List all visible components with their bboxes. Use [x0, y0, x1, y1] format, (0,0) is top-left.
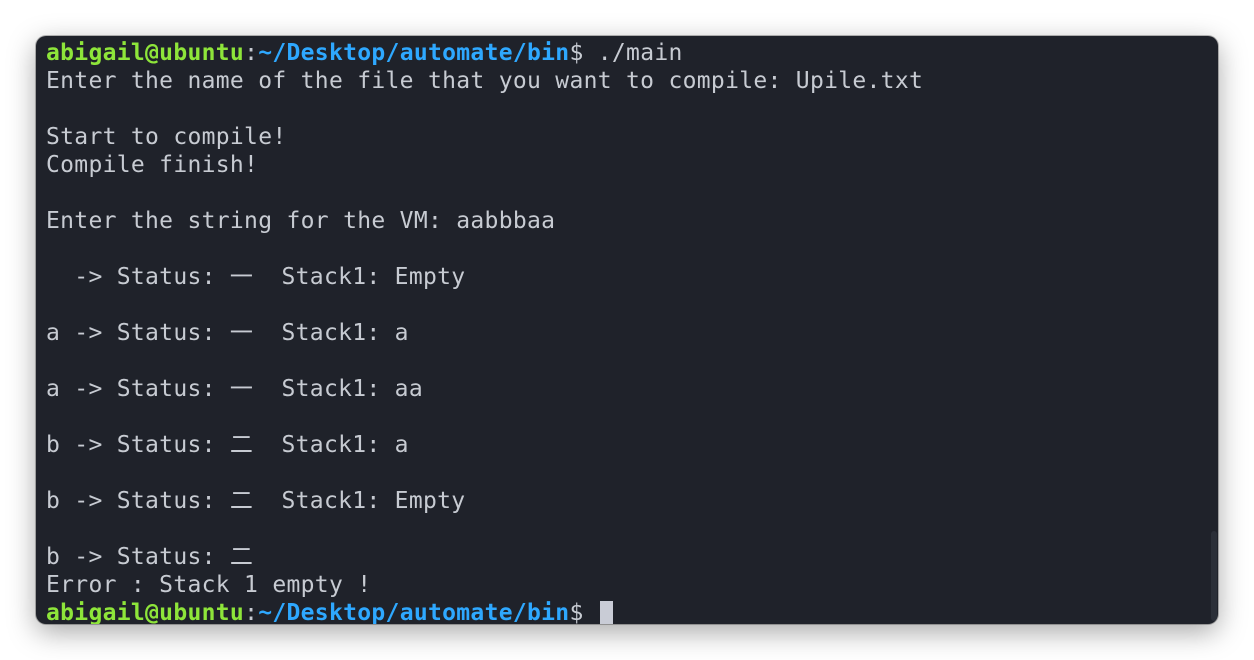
- output-line: Error : Stack 1 empty !: [46, 572, 372, 598]
- output-line: b -> Status: 二: [46, 544, 254, 570]
- terminal-window[interactable]: abigail@ubuntu:~/Desktop/automate/bin$ .…: [36, 36, 1218, 624]
- prompt-separator: :: [244, 40, 259, 66]
- prompt-path: ~/Desktop/automate/bin: [258, 600, 570, 624]
- output-line: -> Status: 一 Stack1: Empty: [46, 264, 466, 290]
- scrollbar[interactable]: [1208, 36, 1218, 624]
- prompt-user-host: abigail@ubuntu: [46, 600, 245, 624]
- text-cursor: [599, 601, 613, 624]
- prompt-symbol: $: [569, 40, 598, 66]
- output-line: Enter the name of the file that you want…: [46, 68, 924, 94]
- output-line: a -> Status: 一 Stack1: aa: [46, 376, 423, 402]
- output-line: b -> Status: 二 Stack1: a: [46, 432, 409, 458]
- prompt-symbol: $: [569, 600, 598, 624]
- prompt-path: ~/Desktop/automate/bin: [258, 40, 570, 66]
- output-line: Start to compile!: [46, 124, 287, 150]
- prompt-separator: :: [244, 600, 259, 624]
- command-line: abigail@ubuntu:~/Desktop/automate/bin$ .…: [46, 39, 1204, 67]
- scrollbar-thumb[interactable]: [1211, 531, 1217, 621]
- active-prompt-line[interactable]: abigail@ubuntu:~/Desktop/automate/bin$: [46, 599, 1204, 624]
- output-line: b -> Status: 二 Stack1: Empty: [46, 488, 466, 514]
- output-line: a -> Status: 一 Stack1: a: [46, 320, 409, 346]
- output-line: Compile finish!: [46, 152, 259, 178]
- output-line: Enter the string for the VM: aabbbaa: [46, 208, 556, 234]
- prompt-user-host: abigail@ubuntu: [46, 40, 245, 66]
- command-text: ./main: [597, 40, 683, 66]
- terminal-output: abigail@ubuntu:~/Desktop/automate/bin$ .…: [46, 39, 1204, 624]
